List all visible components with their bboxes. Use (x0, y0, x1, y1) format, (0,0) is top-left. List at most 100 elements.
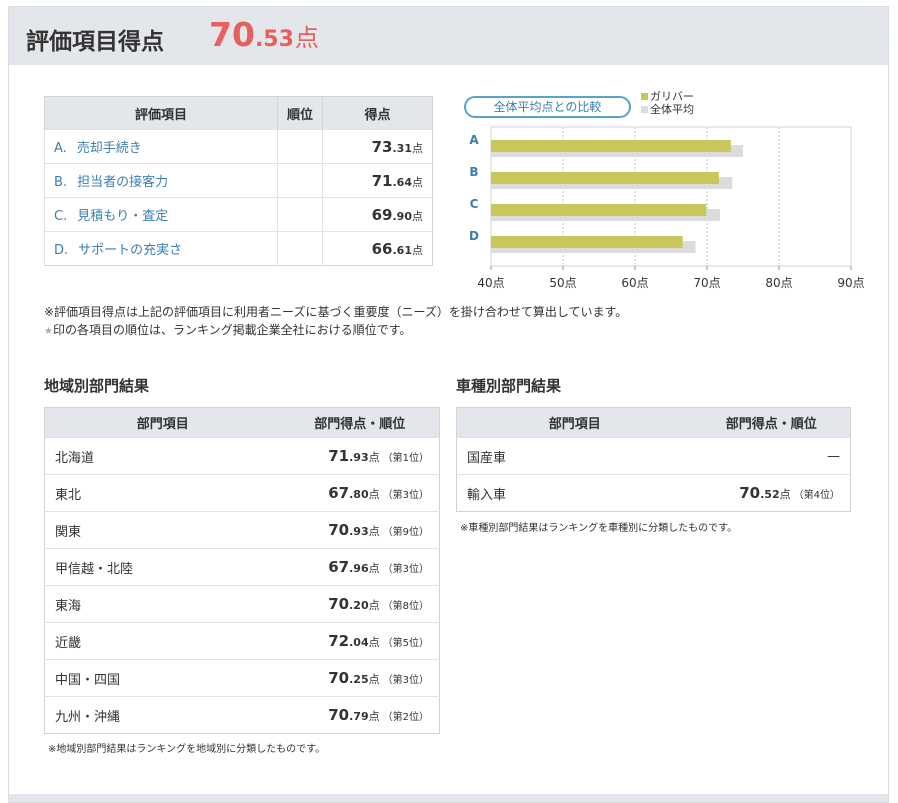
item-label: サポートの充実さ (78, 243, 183, 258)
column-header-item: 評価項目 (44, 96, 278, 130)
dept-name: 近畿 (44, 622, 281, 660)
vehicle-section-title: 車種別部門結果 (456, 377, 562, 395)
vehicle-note: ※車種別部門結果はランキングを車種別に分類したものです。 (460, 523, 738, 534)
evaluation-table: 評価項目 順位 得点 A. 売却手続き 73.31点 B. 担当者の接客力 71.6… (44, 96, 433, 266)
dept-name: 東北 (44, 474, 281, 512)
column-header-rank: 順位 (277, 96, 323, 130)
dept-name: 九州・沖縄 (44, 696, 281, 734)
legend-swatch (641, 93, 648, 100)
bar-gulliver (491, 140, 731, 152)
calculation-note: ※評価項目得点は上記の評価項目に利用者ニーズに基づく重要度（ニーズ）を掛け合わせ… (44, 303, 627, 341)
total-score-unit: 点 (294, 24, 319, 52)
item-label: 担当者の接客力 (77, 175, 169, 190)
x-tick-label: 60点 (621, 276, 648, 290)
legend-label: ガリバー (650, 90, 694, 103)
column-header-dept-score: 部門得点・順位 (280, 407, 440, 438)
bar-gulliver (491, 172, 719, 184)
dept-name: 輸入車 (456, 474, 693, 512)
x-tick-label: 80点 (765, 276, 792, 290)
evaluation-item-link[interactable]: A. 売却手続き (44, 129, 278, 164)
column-header-dept-score: 部門得点・順位 (692, 407, 851, 438)
table-row: 九州・沖縄 70.79点 （第2位） (44, 696, 440, 734)
item-label: 見積もり・査定 (77, 209, 169, 224)
table-row: 甲信越・北陸 67.96点 （第3位） (44, 548, 440, 586)
dept-name: 北海道 (44, 437, 281, 475)
x-tick-label: 40点 (477, 276, 504, 290)
evaluation-item-link[interactable]: C. 見積もり・査定 (44, 197, 278, 232)
legend-item: 全体平均 (641, 103, 694, 116)
table-row: 関東 70.93点 （第9位） (44, 511, 440, 549)
dept-score: 70.20点 （第8位） (280, 585, 440, 623)
regional-results-table: 部門項目 部門得点・順位 北海道 71.93点 （第1位） 東北 67.80点 （第3位）… (44, 407, 440, 734)
total-score: 70.53点 (209, 15, 319, 54)
dept-name: 東海 (44, 585, 281, 623)
evaluation-item-link[interactable]: B. 担当者の接客力 (44, 163, 278, 198)
table-row: 国産車 — (456, 437, 851, 475)
item-letter: A. (54, 141, 67, 156)
note-line-2-text: 印の各項目の順位は、ランキング掲載企業全社における順位です。 (52, 323, 412, 337)
evaluation-item-link[interactable]: D. サポートの充実さ (44, 231, 278, 266)
y-category-label: D (469, 229, 479, 243)
dept-score: 70.93点 （第9位） (280, 511, 440, 549)
bar-gulliver (491, 236, 683, 248)
dept-score: 70.52点 （第4位） (692, 474, 851, 512)
panel-header: 評価項目得点 70.53点 (9, 7, 888, 65)
table-row: 東北 67.80点 （第3位） (44, 474, 440, 512)
table-row: 東海 70.20点 （第8位） (44, 585, 440, 623)
page-title: 評価項目得点 (26, 29, 164, 55)
x-tick-label: 50点 (549, 276, 576, 290)
dept-name: 中国・四国 (44, 659, 281, 697)
star-icon: ★ (44, 326, 53, 337)
item-label: 売却手続き (76, 141, 142, 156)
dept-score: 67.80点 （第3位） (280, 474, 440, 512)
table-row: B. 担当者の接客力 71.64点 (44, 163, 433, 198)
column-header-dept-item: 部門項目 (44, 407, 281, 438)
item-rank (277, 231, 323, 266)
dept-score-dash: — (692, 437, 851, 475)
item-rank (277, 129, 323, 164)
note-line-2: ★印の各項目の順位は、ランキング掲載企業全社における順位です。 (44, 321, 627, 341)
table-row: A. 売却手続き 73.31点 (44, 129, 433, 164)
item-score: 73.31点 (322, 129, 433, 164)
y-category-label: A (469, 133, 479, 147)
regional-section-title: 地域別部門結果 (44, 377, 150, 395)
total-score-decimal: .53 (254, 27, 294, 52)
item-letter: C. (54, 209, 68, 224)
item-rank (277, 197, 323, 232)
table-row: C. 見積もり・査定 69.90点 (44, 197, 433, 232)
column-header-dept-item: 部門項目 (456, 407, 693, 438)
compare-average-button[interactable]: 全体平均点との比較 (464, 96, 631, 118)
x-tick-label: 90点 (837, 276, 864, 290)
x-tick-label: 70点 (693, 276, 720, 290)
legend-swatch (641, 106, 648, 113)
dept-score: 70.25点 （第3位） (280, 659, 440, 697)
table-row: D. サポートの充実さ 66.61点 (44, 231, 433, 266)
dept-score: 71.93点 （第1位） (280, 437, 440, 475)
legend-label: 全体平均 (650, 103, 694, 116)
y-category-label: B (469, 165, 478, 179)
dept-score: 67.96点 （第3位） (280, 548, 440, 586)
dept-score: 72.04点 （第5位） (280, 622, 440, 660)
panel-footer-bar (9, 794, 888, 802)
comparison-bar-chart: 40点 50点 60点 70点 80点 90点 A B C D (469, 126, 865, 290)
item-letter: B. (54, 175, 68, 190)
item-rank (277, 163, 323, 198)
dept-name: 甲信越・北陸 (44, 548, 281, 586)
total-score-integer: 70 (209, 15, 255, 54)
regional-note: ※地域別部門結果はランキングを地域別に分類したものです。 (48, 744, 326, 755)
item-score: 71.64点 (322, 163, 433, 198)
y-category-label: C (470, 197, 479, 211)
table-row: 輸入車 70.52点 （第4位） (456, 474, 851, 512)
vehicle-results-table: 部門項目 部門得点・順位 国産車 — 輸入車 70.52点 （第4位） (456, 407, 851, 512)
table-row: 近畿 72.04点 （第5位） (44, 622, 440, 660)
dept-score: 70.79点 （第2位） (280, 696, 440, 734)
column-header-score: 得点 (322, 96, 433, 130)
legend-item: ガリバー (641, 90, 694, 103)
dept-name: 関東 (44, 511, 281, 549)
table-row: 中国・四国 70.25点 （第3位） (44, 659, 440, 697)
item-score: 69.90点 (322, 197, 433, 232)
item-score: 66.61点 (322, 231, 433, 266)
table-row: 北海道 71.93点 （第1位） (44, 437, 440, 475)
chart-legend: ガリバー 全体平均 (641, 90, 694, 116)
note-line-1: ※評価項目得点は上記の評価項目に利用者ニーズに基づく重要度（ニーズ）を掛け合わせ… (44, 305, 628, 319)
